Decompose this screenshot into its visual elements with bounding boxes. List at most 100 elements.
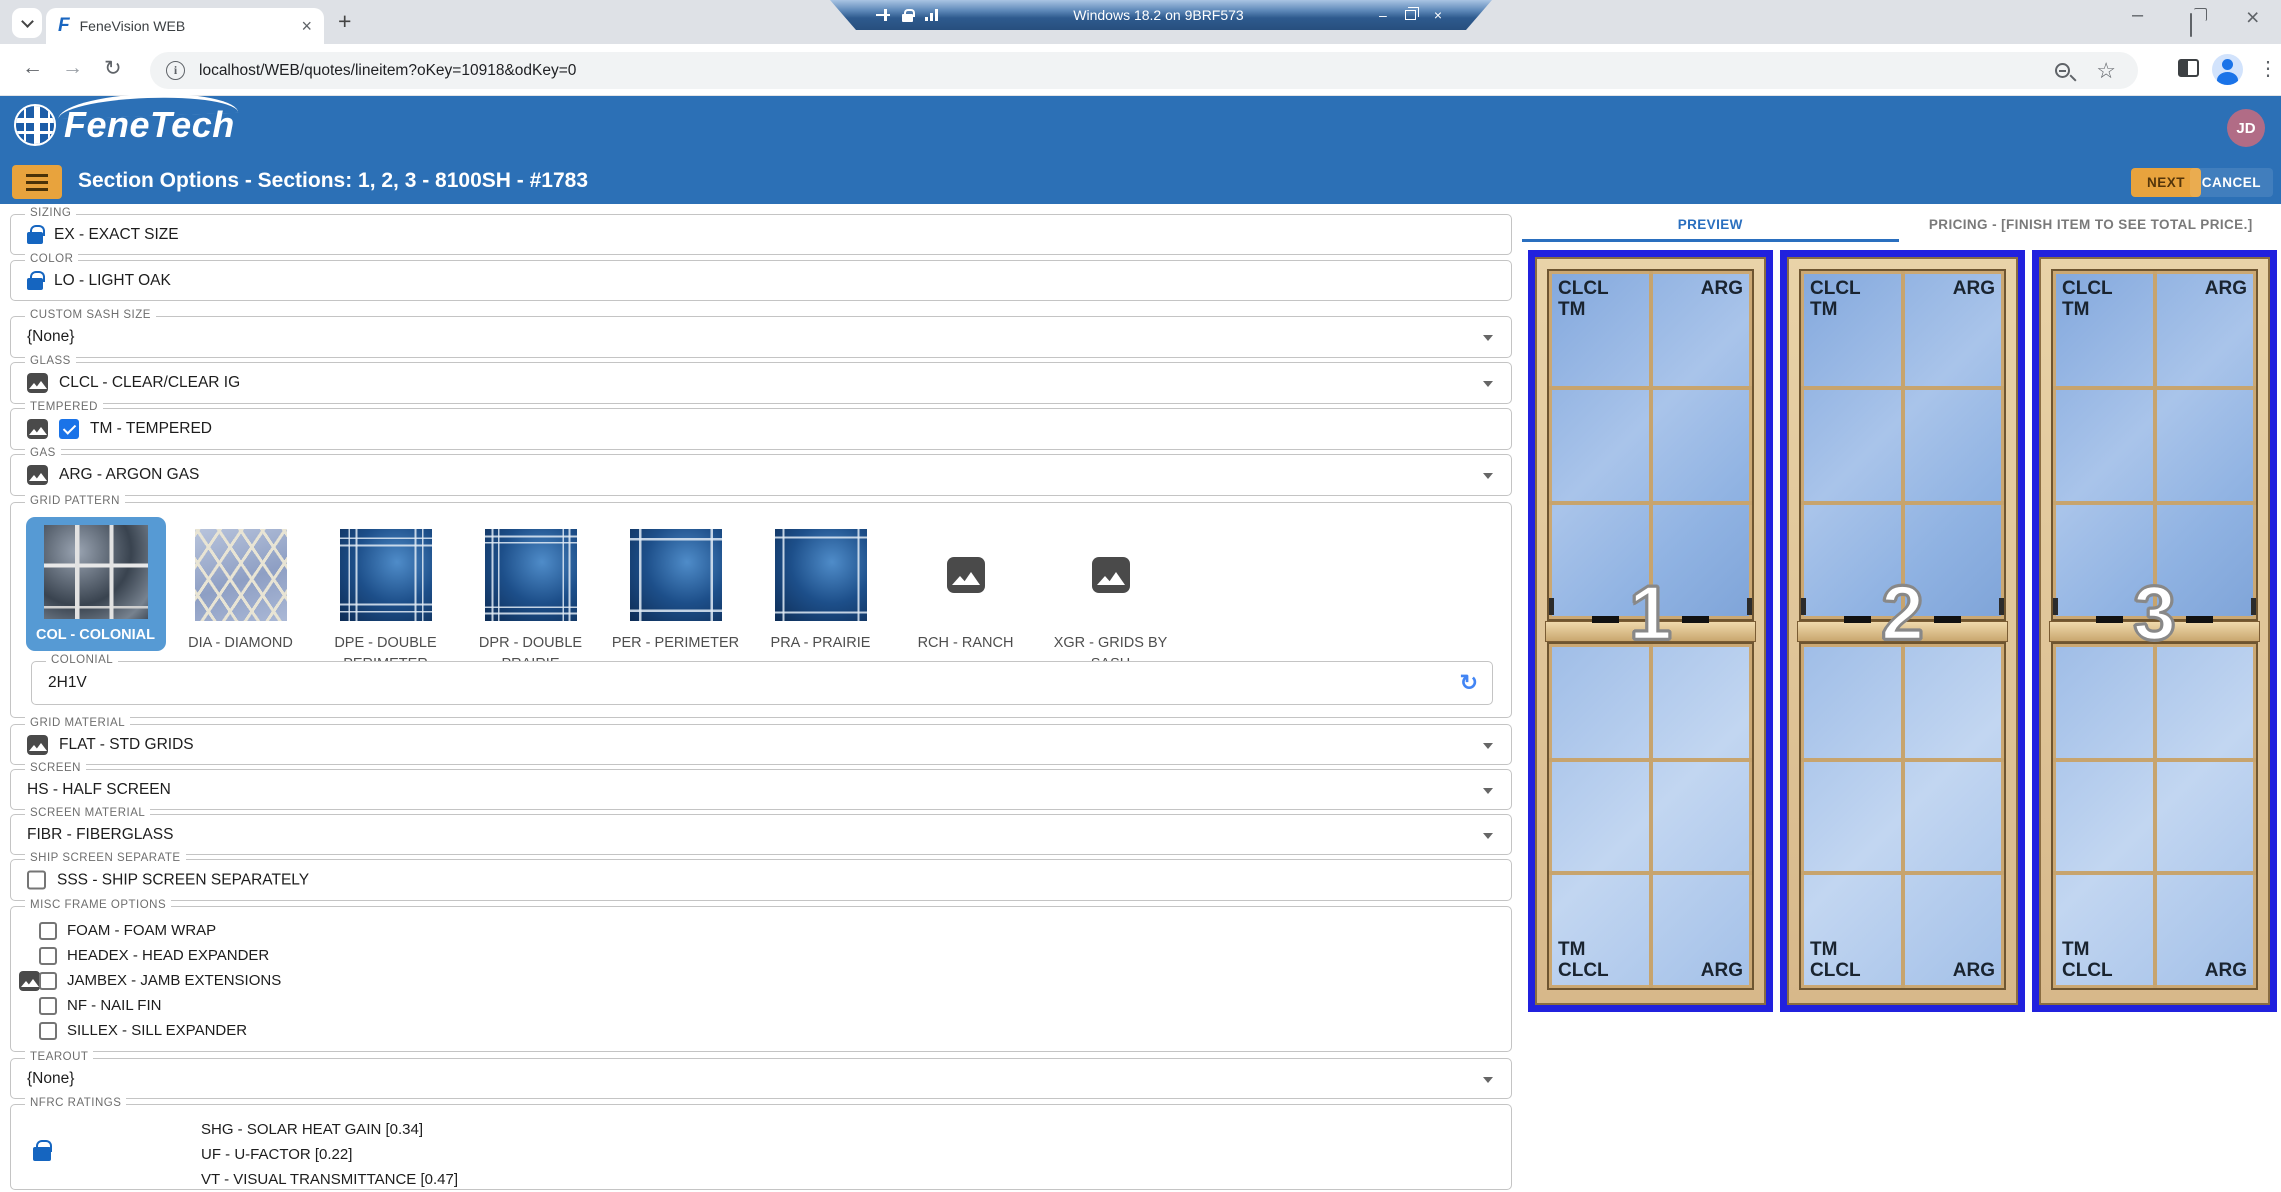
window-minimize-button[interactable]: –: [2132, 4, 2143, 27]
remote-minimize-button[interactable]: –: [1379, 7, 1387, 23]
chevron-down-icon[interactable]: [1483, 833, 1493, 839]
cancel-button[interactable]: CANCEL: [2190, 168, 2273, 197]
browser-profile-avatar[interactable]: [2212, 54, 2243, 85]
grid-muntin: [2053, 501, 2256, 505]
tile-perimeter[interactable]: PER - PERIMETER: [603, 517, 748, 675]
field-tempered[interactable]: TEMPERED TM - TEMPERED: [10, 408, 1512, 450]
reload-button[interactable]: ↻: [104, 56, 122, 81]
tile-label: PER - PERIMETER: [608, 633, 743, 654]
grid-muntin: [1901, 271, 1905, 619]
field-screen-material[interactable]: SCREEN MATERIAL FIBR - FIBERGLASS: [10, 814, 1512, 855]
window-preview-3[interactable]: CLCLTM ARG 3 TMCLCL ARG: [2032, 250, 2277, 1012]
window-restore-button[interactable]: [2190, 14, 2192, 37]
field-custom-sash-size[interactable]: CUSTOM SASH SIZE {None}: [10, 316, 1512, 358]
tile-colonial[interactable]: COL - COLONIAL: [23, 517, 168, 675]
tile-ranch[interactable]: RCH - RANCH: [893, 517, 1038, 675]
url-text[interactable]: localhost/WEB/quotes/lineitem?oKey=10918…: [199, 62, 2055, 80]
user-avatar[interactable]: JD: [2227, 109, 2265, 147]
forward-button[interactable]: →: [62, 56, 83, 80]
field-glass-value[interactable]: CLCL - CLEAR/CLEAR IG: [59, 374, 240, 392]
field-colonial-value[interactable]: 2H1V: [48, 674, 87, 692]
fenevision-favicon: F: [58, 15, 70, 37]
section-number: 3: [2050, 570, 2259, 657]
tab-pricing[interactable]: PRICING - [FINISH ITEM TO SEE TOTAL PRIC…: [1901, 206, 2281, 242]
window-preview-1[interactable]: CLCLTM ARG 1 TMCLCL ARG: [1528, 250, 1773, 1012]
back-button[interactable]: ←: [22, 56, 43, 80]
tile-double-perimeter[interactable]: DPE - DOUBLE PERIMETER: [313, 517, 458, 675]
field-grid-material[interactable]: GRID MATERIAL FLAT - STD GRIDS: [10, 724, 1512, 765]
field-custom-sash-size-value[interactable]: {None}: [27, 328, 74, 346]
tile-double-prairie[interactable]: DPR - DOUBLE PRAIRIE: [458, 517, 603, 675]
option-label: FOAM - FOAM WRAP: [67, 922, 216, 939]
zoom-out-icon[interactable]: [2055, 63, 2070, 78]
option-label: NF - NAIL FIN: [67, 997, 161, 1014]
field-glass[interactable]: GLASS CLCL - CLEAR/CLEAR IG: [10, 362, 1512, 404]
prairie-pattern-image: [775, 529, 867, 621]
chevron-down-icon[interactable]: [1483, 743, 1493, 749]
tab-close-icon[interactable]: ×: [301, 16, 312, 37]
site-info-icon[interactable]: i: [166, 61, 185, 80]
tab-search-button[interactable]: [12, 8, 42, 38]
window-preview-2[interactable]: CLCLTM ARG 2 TMCLCL ARG: [1780, 250, 2025, 1012]
tempered-checkbox[interactable]: [59, 419, 79, 439]
image-thumbnail-icon[interactable]: [19, 971, 40, 991]
menu-button[interactable]: [12, 165, 62, 199]
chevron-down-icon[interactable]: [1483, 335, 1493, 341]
side-panel-icon[interactable]: [2178, 59, 2199, 77]
tile-label: COL - COLONIAL: [26, 625, 166, 646]
field-colonial[interactable]: COLONIAL 2H1V ↻: [31, 661, 1493, 705]
image-thumbnail-icon[interactable]: [27, 465, 48, 485]
top-sash: CLCLTM ARG: [1547, 269, 1754, 621]
jambex-checkbox[interactable]: [39, 972, 57, 990]
colonial-pattern-image: [44, 525, 148, 619]
grid-muntin: [2053, 386, 2256, 390]
nail-fin-checkbox[interactable]: [39, 997, 57, 1015]
section-number: 1: [1546, 570, 1755, 657]
grid-muntin: [1801, 386, 2004, 390]
perimeter-pattern-image: [630, 529, 722, 621]
tile-prairie[interactable]: PRA - PRAIRIE: [748, 517, 893, 675]
field-screen-material-value[interactable]: FIBR - FIBERGLASS: [27, 826, 173, 844]
window-close-button[interactable]: ×: [2246, 4, 2259, 31]
nfrc-uf-line: UF - U-FACTOR [0.22]: [201, 1142, 458, 1167]
chevron-down-icon[interactable]: [1483, 1077, 1493, 1083]
field-gas[interactable]: GAS ARG - ARGON GAS: [10, 454, 1512, 496]
top-sash: CLCLTM ARG: [1799, 269, 2006, 621]
browser-menu-icon[interactable]: ⋮: [2258, 56, 2278, 81]
meeting-rail: 2: [1797, 621, 2008, 642]
remote-restore-button[interactable]: [1405, 10, 1416, 20]
chevron-down-icon[interactable]: [1483, 788, 1493, 794]
meeting-rail: 3: [2049, 621, 2260, 642]
image-thumbnail-icon[interactable]: [27, 419, 48, 439]
field-gas-value[interactable]: ARG - ARGON GAS: [59, 466, 199, 484]
foam-checkbox[interactable]: [39, 922, 57, 940]
tile-grids-by-sash[interactable]: XGR - GRIDS BY SASH: [1038, 517, 1183, 675]
field-grid-material-value[interactable]: FLAT - STD GRIDS: [59, 736, 194, 754]
field-screen-value[interactable]: HS - HALF SCREEN: [27, 781, 171, 799]
image-thumbnail-icon[interactable]: [27, 735, 48, 755]
field-tearout[interactable]: TEAROUT {None}: [10, 1058, 1512, 1099]
image-thumbnail-icon[interactable]: [27, 373, 48, 393]
grid-muntin: [1549, 871, 1752, 875]
bookmark-star-icon[interactable]: ☆: [2096, 58, 2116, 84]
address-bar[interactable]: i localhost/WEB/quotes/lineitem?oKey=109…: [150, 52, 2138, 89]
headex-checkbox[interactable]: [39, 947, 57, 965]
tile-diamond[interactable]: DIA - DIAMOND: [168, 517, 313, 675]
browser-tab[interactable]: F FeneVision WEB ×: [46, 8, 324, 44]
field-screen[interactable]: SCREEN HS - HALF SCREEN: [10, 769, 1512, 810]
tab-preview[interactable]: PREVIEW: [1520, 206, 1901, 242]
chevron-down-icon[interactable]: [1483, 381, 1493, 387]
new-tab-button[interactable]: +: [338, 8, 351, 35]
remote-close-button[interactable]: ×: [1434, 7, 1442, 23]
field-tearout-value[interactable]: {None}: [27, 1070, 74, 1088]
bottom-sash: TMCLCL ARG: [1547, 642, 1754, 990]
refresh-icon[interactable]: ↻: [1460, 670, 1478, 696]
field-sizing-label: SIZING: [25, 207, 76, 219]
grid-muntin: [1549, 501, 1752, 505]
pin-icon[interactable]: [876, 9, 890, 21]
image-placeholder-icon: [1092, 557, 1130, 593]
option-sillex: SILLEX - SILL EXPANDER: [11, 1018, 1511, 1043]
ship-screen-checkbox[interactable]: [27, 871, 46, 890]
chevron-down-icon[interactable]: [1483, 473, 1493, 479]
sillex-checkbox[interactable]: [39, 1022, 57, 1040]
